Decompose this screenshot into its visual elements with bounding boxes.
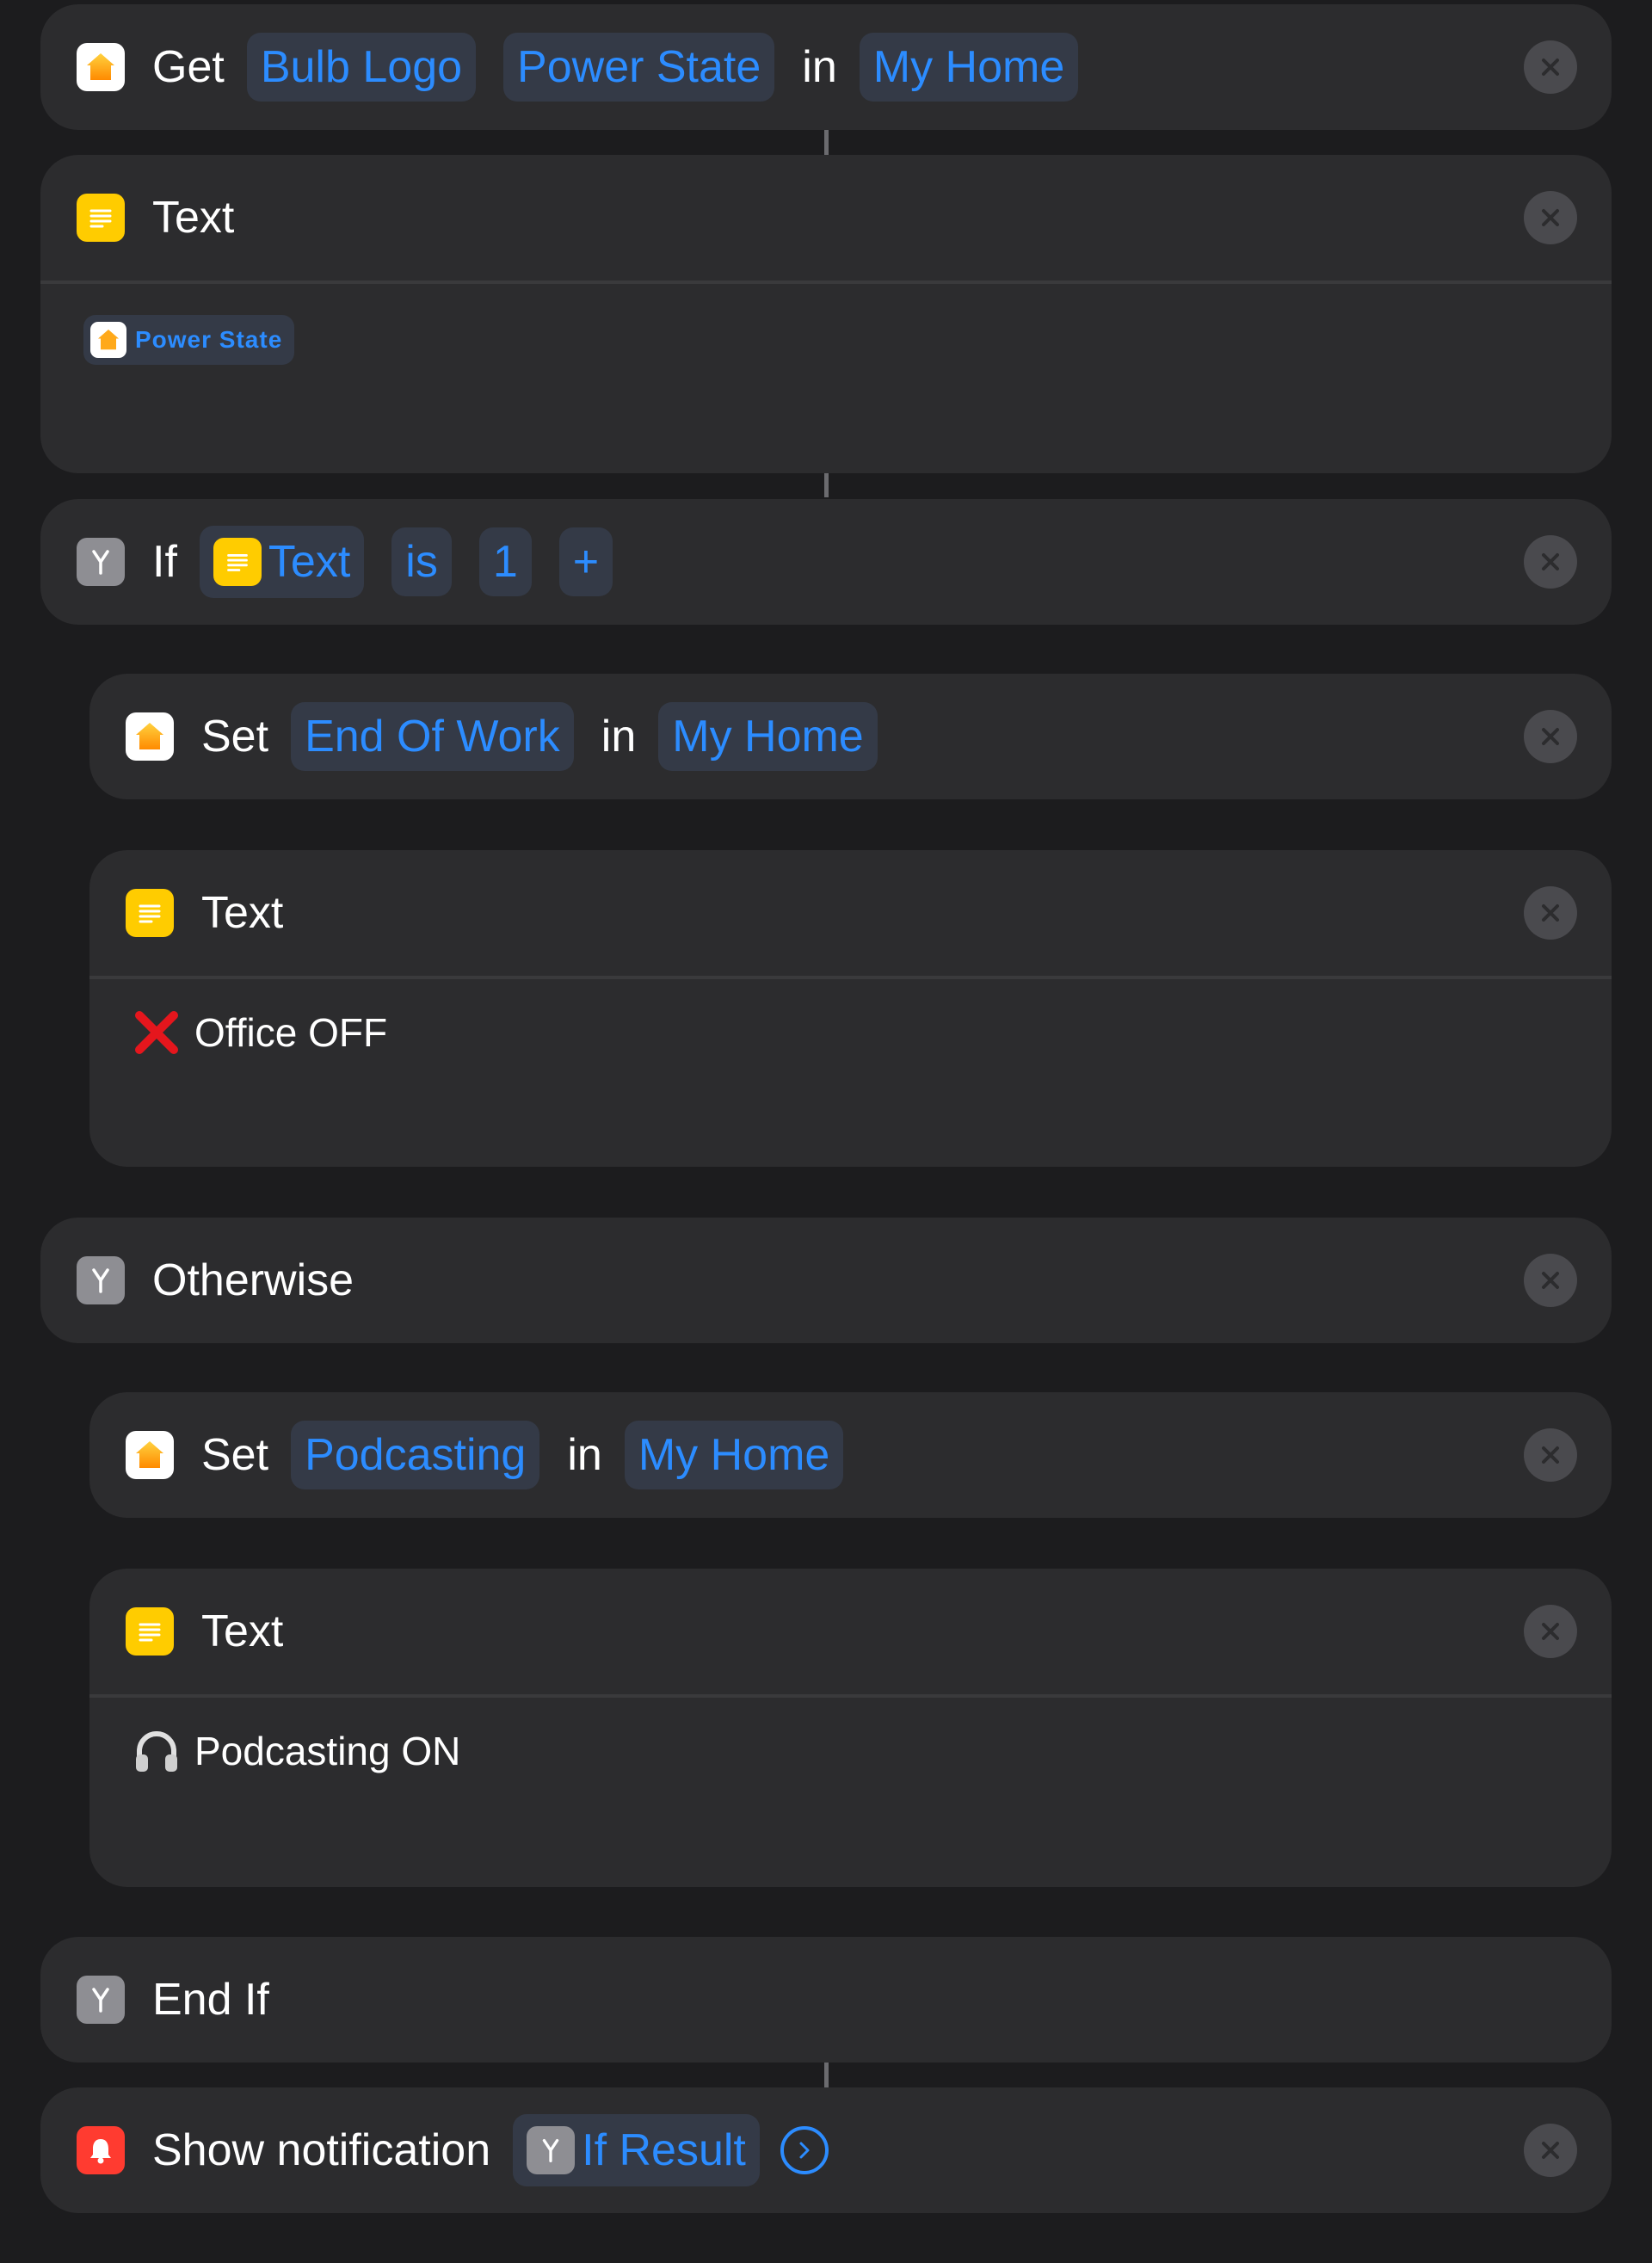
get-verb: Get	[152, 42, 225, 92]
action-text-power-state[interactable]: Text Power State	[40, 155, 1612, 473]
home-token[interactable]: My Home	[859, 33, 1079, 102]
remove-action-button[interactable]	[1524, 1605, 1577, 1658]
text-icon	[77, 194, 125, 242]
expand-options-button[interactable]	[780, 2126, 829, 2174]
home-app-icon	[77, 43, 125, 91]
home-app-icon	[126, 712, 174, 761]
add-condition-button[interactable]: +	[558, 527, 613, 596]
close-icon	[1542, 59, 1559, 76]
headphones-icon	[131, 1725, 182, 1777]
remove-action-button[interactable]	[1524, 710, 1577, 763]
accessory-token[interactable]: Bulb Logo	[246, 33, 477, 102]
connector-line	[824, 129, 829, 155]
close-icon	[1542, 1272, 1559, 1289]
branch-icon	[77, 538, 125, 586]
action-if[interactable]: If Text is 1 +	[40, 499, 1612, 625]
chevron-right-icon	[799, 2142, 810, 2159]
close-icon	[1542, 728, 1559, 745]
in-word: in	[567, 1430, 602, 1480]
close-icon	[1542, 2142, 1559, 2159]
in-word: in	[601, 712, 637, 762]
close-icon	[1542, 904, 1559, 922]
home-token[interactable]: My Home	[624, 1421, 844, 1489]
remove-action-button[interactable]	[1524, 886, 1577, 940]
close-icon	[1542, 553, 1559, 570]
connector-line	[824, 2062, 829, 2087]
characteristic-token[interactable]: Power State	[503, 33, 775, 102]
show-notification-label: Show notification	[152, 2125, 491, 2175]
branch-icon	[77, 1256, 125, 1304]
set-verb: Set	[201, 1430, 269, 1480]
action-set-scene-podcasting[interactable]: Set Podcasting in My Home	[89, 1392, 1612, 1518]
input-token[interactable]: Text	[199, 526, 365, 598]
close-icon	[1542, 1623, 1559, 1640]
action-text-office-off[interactable]: Text Office OFF	[89, 850, 1612, 1167]
action-get-state[interactable]: Get Bulb Logo Power State in My Home	[40, 4, 1612, 130]
home-app-icon	[126, 1431, 174, 1479]
end-if-label: End If	[152, 1975, 269, 2025]
home-token[interactable]: My Home	[658, 702, 878, 771]
if-result-label: If Result	[582, 2125, 746, 2175]
text-title: Text	[201, 888, 284, 938]
text-icon	[213, 538, 262, 586]
action-end-if[interactable]: End If	[40, 1937, 1612, 2063]
remove-action-button[interactable]	[1524, 1254, 1577, 1307]
scene-token[interactable]: Podcasting	[291, 1421, 540, 1489]
power-state-variable-token[interactable]: Power State	[83, 315, 295, 365]
bell-icon	[77, 2126, 125, 2174]
variable-label: Power State	[135, 326, 283, 353]
if-result-token[interactable]: If Result	[513, 2114, 760, 2186]
value-token[interactable]: 1	[478, 527, 532, 596]
scene-token[interactable]: End Of Work	[291, 702, 574, 771]
remove-action-button[interactable]	[1524, 535, 1577, 589]
text-icon	[126, 889, 174, 937]
remove-action-button[interactable]	[1524, 2124, 1577, 2177]
connector-line	[824, 472, 829, 497]
text-content: Office OFF	[194, 1010, 388, 1055]
close-icon	[1542, 209, 1559, 226]
remove-action-button[interactable]	[1524, 40, 1577, 94]
branch-icon	[527, 2126, 576, 2174]
action-show-notification[interactable]: Show notification If Result	[40, 2087, 1612, 2213]
text-icon	[126, 1607, 174, 1656]
text-title: Text	[152, 193, 235, 243]
home-app-icon	[90, 322, 126, 358]
red-cross-mark-icon	[131, 1007, 182, 1058]
branch-icon	[77, 1976, 125, 2024]
condition-token[interactable]: is	[391, 527, 452, 596]
action-set-scene-end-of-work[interactable]: Set End Of Work in My Home	[89, 674, 1612, 799]
text-content: Podcasting ON	[194, 1729, 461, 1773]
action-text-podcasting-on[interactable]: Text Podcasting ON	[89, 1569, 1612, 1887]
if-keyword: If	[152, 537, 177, 587]
input-label: Text	[268, 537, 351, 587]
in-word: in	[802, 42, 837, 92]
close-icon	[1542, 1446, 1559, 1464]
action-otherwise[interactable]: Otherwise	[40, 1218, 1612, 1343]
otherwise-label: Otherwise	[152, 1255, 354, 1305]
set-verb: Set	[201, 712, 269, 762]
text-title: Text	[201, 1606, 284, 1656]
remove-action-button[interactable]	[1524, 1428, 1577, 1482]
remove-action-button[interactable]	[1524, 191, 1577, 244]
